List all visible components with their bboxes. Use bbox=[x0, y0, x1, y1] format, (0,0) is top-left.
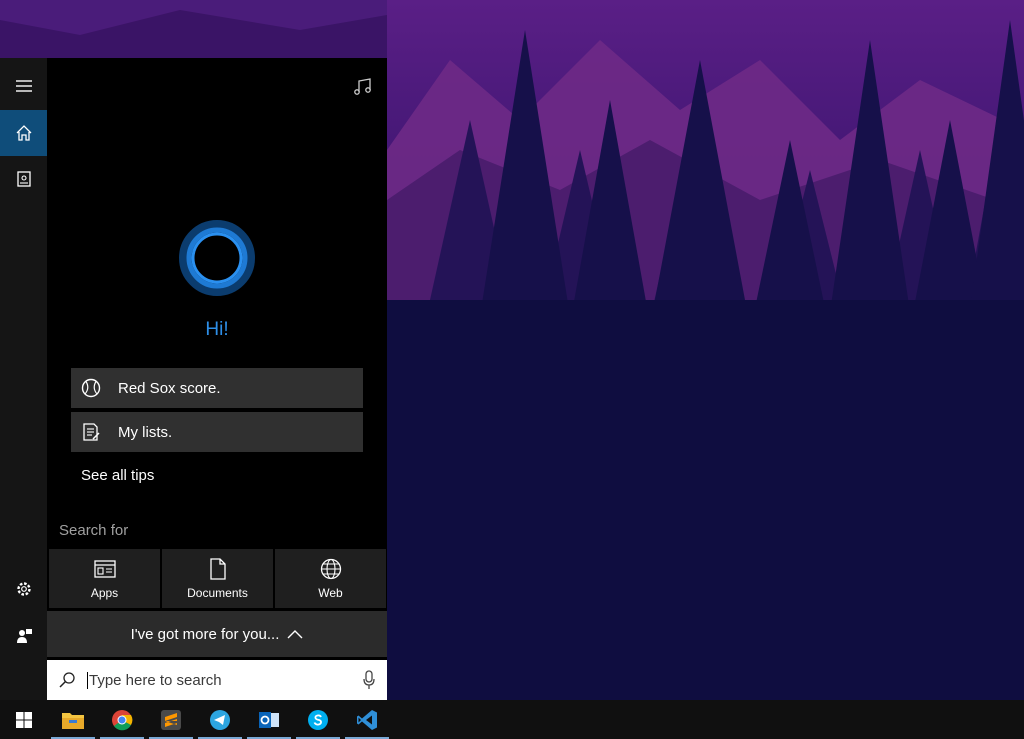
tip-label: Red Sox score. bbox=[118, 379, 221, 397]
search-for-heading: Search for bbox=[59, 522, 129, 539]
telegram-icon bbox=[210, 709, 230, 730]
notebook-icon bbox=[16, 171, 31, 187]
cortana-greeting: Hi! bbox=[205, 319, 229, 340]
search-category-apps[interactable]: Apps bbox=[49, 549, 160, 608]
apps-icon bbox=[49, 558, 160, 580]
more-for-you-label: I've got more for you... bbox=[130, 625, 280, 643]
tip-label: My lists. bbox=[118, 423, 173, 441]
hamburger-menu-icon bbox=[15, 80, 32, 92]
see-all-tips-link[interactable]: See all tips bbox=[81, 467, 154, 484]
tip-my-lists[interactable]: My lists. bbox=[71, 412, 363, 452]
start-button[interactable] bbox=[0, 700, 48, 739]
taskbar-file-explorer[interactable] bbox=[49, 700, 97, 739]
notepad-icon bbox=[80, 421, 102, 443]
taskbar-outlook[interactable] bbox=[245, 700, 293, 739]
skype-icon bbox=[308, 709, 328, 730]
chevron-up-icon bbox=[287, 629, 303, 639]
taskbar-telegram[interactable] bbox=[196, 700, 244, 739]
settings-button[interactable] bbox=[0, 566, 47, 612]
settings-icon bbox=[16, 582, 31, 596]
music-recognition-button[interactable] bbox=[350, 74, 376, 100]
vscode-icon bbox=[357, 709, 377, 730]
notebook-button[interactable] bbox=[0, 156, 47, 202]
search-box[interactable] bbox=[47, 660, 387, 700]
taskbar-skype[interactable] bbox=[294, 700, 342, 739]
microphone-icon[interactable] bbox=[363, 670, 375, 695]
file-explorer-icon bbox=[62, 712, 84, 729]
hamburger-menu-button[interactable] bbox=[0, 63, 47, 109]
category-label: Apps bbox=[90, 586, 119, 600]
search-category-documents[interactable]: Documents bbox=[162, 549, 273, 608]
sublime-text-icon bbox=[161, 709, 181, 730]
text-cursor bbox=[87, 671, 88, 689]
windows-start-icon bbox=[16, 711, 32, 728]
taskbar-chrome[interactable] bbox=[98, 700, 146, 739]
search-input[interactable] bbox=[89, 671, 349, 689]
home-icon bbox=[16, 125, 31, 141]
search-icon bbox=[58, 671, 78, 689]
taskbar-vscode[interactable] bbox=[343, 700, 391, 739]
document-icon bbox=[162, 558, 273, 580]
baseball-icon bbox=[80, 377, 102, 399]
music-note-icon bbox=[354, 78, 371, 95]
chrome-icon bbox=[112, 709, 133, 730]
more-for-you-button[interactable]: I've got more for you... bbox=[47, 611, 387, 657]
search-category-web[interactable]: Web bbox=[275, 549, 386, 608]
outlook-icon bbox=[259, 711, 279, 728]
taskbar-sublime-text[interactable] bbox=[147, 700, 195, 739]
left-rail bbox=[0, 58, 47, 700]
home-button[interactable] bbox=[0, 110, 47, 156]
feedback-icon bbox=[16, 629, 32, 643]
globe-icon bbox=[275, 558, 386, 580]
category-label: Documents bbox=[187, 586, 248, 600]
feedback-button[interactable] bbox=[0, 613, 47, 659]
cortana-logo-icon bbox=[179, 220, 255, 296]
tip-red-sox-score[interactable]: Red Sox score. bbox=[71, 368, 363, 408]
taskbar bbox=[0, 700, 1024, 739]
cortana-panel: Hi! Red Sox score. My lists. See all tip… bbox=[0, 58, 387, 700]
category-label: Web bbox=[318, 586, 343, 600]
